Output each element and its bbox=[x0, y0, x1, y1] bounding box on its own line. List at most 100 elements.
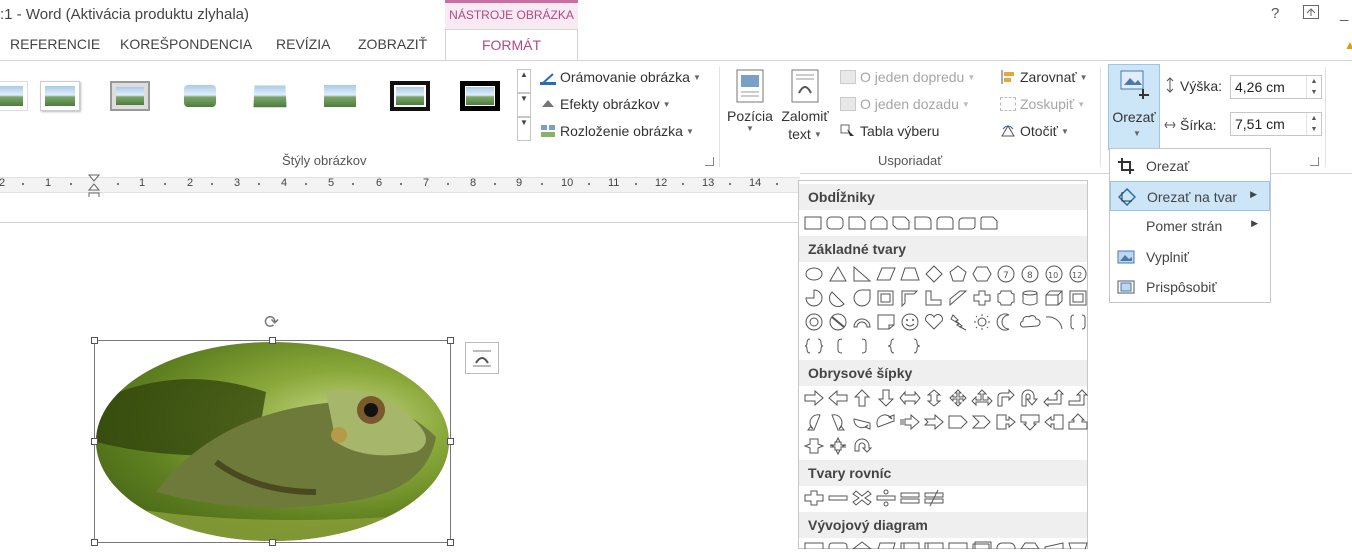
minimize-button[interactable]: _ bbox=[1340, 5, 1348, 22]
round-single-corner-shape-icon[interactable] bbox=[913, 214, 933, 232]
l-shape-icon[interactable] bbox=[923, 289, 945, 307]
snip-round-shape-icon[interactable] bbox=[979, 214, 999, 232]
multiply-sign-shape-icon[interactable] bbox=[851, 489, 873, 507]
pentagon-shape-icon[interactable] bbox=[947, 265, 969, 283]
left-arrow-shape-icon[interactable] bbox=[827, 389, 849, 407]
gallery-scroll-up[interactable]: ▲ bbox=[517, 69, 531, 93]
right-bracket-shape-icon[interactable] bbox=[853, 337, 877, 355]
picture-style-thumb[interactable] bbox=[0, 81, 28, 111]
group-button[interactable]: Zoskupiť ▼ bbox=[1000, 96, 1085, 112]
left-brace-shape-icon[interactable] bbox=[879, 337, 903, 355]
bent-arrow-shape-icon[interactable] bbox=[995, 389, 1017, 407]
height-spinner[interactable]: ▲ ▼ bbox=[1306, 76, 1321, 98]
heart-shape-icon[interactable] bbox=[923, 313, 945, 331]
rounded-rectangle-shape-icon[interactable] bbox=[825, 214, 845, 232]
moon-shape-icon[interactable] bbox=[995, 313, 1017, 331]
tab-mailings[interactable]: KOREŠPONDENCIA bbox=[120, 36, 252, 52]
smiley-face-shape-icon[interactable] bbox=[899, 313, 921, 331]
picture-style-thumb[interactable] bbox=[180, 81, 220, 111]
picture-layout-button[interactable]: Rozloženie obrázka ▼ bbox=[540, 123, 694, 139]
multidocument-shape-icon[interactable] bbox=[971, 541, 993, 549]
parallelogram-shape-icon[interactable] bbox=[875, 265, 897, 283]
gallery-more-button[interactable]: ▼ bbox=[517, 117, 531, 141]
chevron-shape-icon[interactable] bbox=[971, 413, 993, 431]
hexagon-shape-icon[interactable] bbox=[971, 265, 993, 283]
half-frame-shape-icon[interactable] bbox=[899, 289, 921, 307]
picture-style-thumb[interactable] bbox=[110, 81, 150, 111]
down-arrow-shape-icon[interactable] bbox=[875, 389, 897, 407]
picture-border-button[interactable]: Orámovanie obrázka ▼ bbox=[540, 69, 701, 85]
curved-up-arrow-shape-icon[interactable] bbox=[851, 413, 873, 431]
diamond-shape-icon[interactable] bbox=[923, 265, 945, 283]
not-equal-sign-shape-icon[interactable] bbox=[923, 489, 945, 507]
rotate-handle-icon[interactable]: ⟳ bbox=[264, 312, 279, 333]
document-shape-icon[interactable] bbox=[947, 541, 969, 549]
left-up-arrow-shape-icon[interactable] bbox=[1043, 389, 1065, 407]
resize-handle[interactable] bbox=[91, 539, 98, 546]
down-arrow-callout-shape-icon[interactable] bbox=[1019, 413, 1041, 431]
cube-shape-icon[interactable] bbox=[1043, 289, 1065, 307]
resize-handle[interactable] bbox=[447, 438, 454, 445]
chord-shape-icon[interactable] bbox=[827, 289, 849, 307]
preparation-shape-icon[interactable] bbox=[1019, 541, 1041, 549]
help-button[interactable]: ? bbox=[1271, 5, 1279, 22]
sun-shape-icon[interactable] bbox=[971, 313, 993, 331]
snip-corners-shape-icon[interactable] bbox=[869, 214, 889, 232]
right-arrow-callout-shape-icon[interactable] bbox=[995, 413, 1017, 431]
up-down-arrow-shape-icon[interactable] bbox=[923, 389, 945, 407]
size-dialog-launcher-icon[interactable] bbox=[1310, 157, 1319, 166]
height-input[interactable]: 4,26 cm ▲ ▼ bbox=[1230, 75, 1322, 99]
resize-handle[interactable] bbox=[269, 337, 276, 344]
equal-sign-shape-icon[interactable] bbox=[899, 489, 921, 507]
resize-handle[interactable] bbox=[269, 539, 276, 546]
heptagon-shape-icon[interactable]: 7 bbox=[995, 265, 1017, 283]
curved-left-arrow-shape-icon[interactable] bbox=[827, 413, 849, 431]
quad-arrow-shape-icon[interactable] bbox=[947, 389, 969, 407]
resize-handle[interactable] bbox=[447, 337, 454, 344]
oval-shape-icon[interactable] bbox=[803, 265, 825, 283]
dodecagon-shape-icon[interactable]: 12 bbox=[1067, 265, 1089, 283]
menu-item-aspect-ratio[interactable]: Pomer strán ▶ bbox=[1110, 211, 1270, 241]
tab-references[interactable]: REFERENCIE bbox=[10, 36, 100, 52]
plus-sign-shape-icon[interactable] bbox=[803, 489, 825, 507]
decagon-shape-icon[interactable]: 10 bbox=[1043, 265, 1065, 283]
circular-arrow-shape-icon[interactable] bbox=[851, 437, 873, 455]
width-spinner[interactable]: ▲ ▼ bbox=[1306, 113, 1321, 135]
manual-operation-shape-icon[interactable] bbox=[1067, 541, 1089, 549]
pentagon-arrow-shape-icon[interactable] bbox=[947, 413, 969, 431]
block-arc-shape-icon[interactable] bbox=[851, 313, 873, 331]
dialog-launcher-icon[interactable] bbox=[705, 157, 714, 166]
u-turn-arrow-shape-icon[interactable] bbox=[1019, 389, 1041, 407]
donut-shape-icon[interactable] bbox=[803, 313, 825, 331]
picture-style-thumb[interactable] bbox=[390, 81, 430, 111]
double-bracket-shape-icon[interactable] bbox=[1067, 313, 1089, 331]
snip-rectangle-shape-icon[interactable] bbox=[847, 214, 867, 232]
width-input[interactable]: 7,51 cm ▲ ▼ bbox=[1230, 112, 1322, 136]
gallery-scroll-down[interactable]: ▼ bbox=[517, 93, 531, 117]
manual-input-shape-icon[interactable] bbox=[1043, 541, 1065, 549]
division-sign-shape-icon[interactable] bbox=[875, 489, 897, 507]
lightning-bolt-shape-icon[interactable] bbox=[947, 313, 969, 331]
rectangle-shape-icon[interactable] bbox=[803, 214, 823, 232]
plaque-shape-icon[interactable] bbox=[995, 289, 1017, 307]
frame-shape-icon[interactable] bbox=[875, 289, 897, 307]
terminator-shape-icon[interactable] bbox=[995, 541, 1017, 549]
menu-item-fill[interactable]: Vyplniť bbox=[1110, 242, 1270, 272]
position-button[interactable]: Pozícia ▼ bbox=[726, 69, 774, 133]
folded-corner-shape-icon[interactable] bbox=[875, 313, 897, 331]
process-shape-icon[interactable] bbox=[803, 541, 825, 549]
align-button[interactable]: Zarovnať ▼ bbox=[1000, 69, 1088, 85]
resize-handle[interactable] bbox=[447, 539, 454, 546]
round-same-side-shape-icon[interactable] bbox=[935, 214, 955, 232]
ribbon-display-options-icon[interactable] bbox=[1303, 5, 1319, 19]
bevel-shape-icon[interactable] bbox=[1067, 289, 1089, 307]
tab-review[interactable]: REVÍZIA bbox=[276, 36, 330, 52]
notched-right-arrow-shape-icon[interactable] bbox=[923, 413, 945, 431]
right-brace-shape-icon[interactable] bbox=[905, 337, 929, 355]
send-backward-button[interactable]: O jeden dozadu ▼ bbox=[840, 96, 970, 112]
picture-style-thumb[interactable] bbox=[40, 81, 80, 111]
picture-style-thumb[interactable] bbox=[460, 81, 500, 111]
trapezoid-shape-icon[interactable] bbox=[899, 265, 921, 283]
triangle-shape-icon[interactable] bbox=[827, 265, 849, 283]
menu-item-crop-to-shape[interactable]: Orezať na tvar ▶ bbox=[1110, 181, 1270, 211]
